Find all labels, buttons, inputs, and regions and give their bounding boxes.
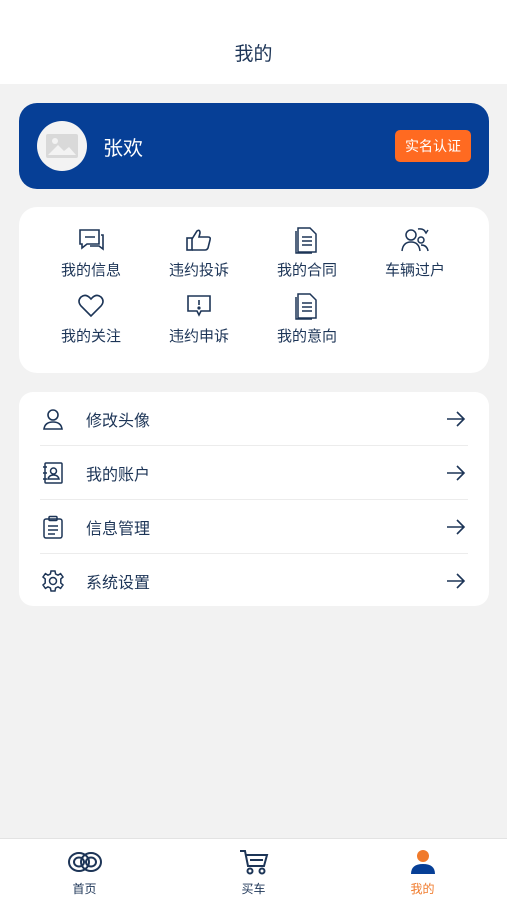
menu-item-label: 系统设置 bbox=[86, 573, 151, 592]
clipboard-icon bbox=[40, 514, 66, 540]
tab-buy-car[interactable]: 买车 bbox=[169, 839, 338, 900]
arrow-right-icon bbox=[444, 569, 468, 593]
tab-mine[interactable]: 我的 bbox=[338, 839, 507, 900]
menu-item-system-settings[interactable]: 系统设置 bbox=[40, 554, 468, 608]
grid-item-my-follows[interactable]: 我的关注 bbox=[37, 291, 145, 349]
avatar[interactable] bbox=[37, 121, 87, 171]
document-icon bbox=[292, 291, 322, 321]
tab-home[interactable]: 首页 bbox=[0, 839, 169, 900]
grid-item-my-contract[interactable]: 我的合同 bbox=[253, 225, 361, 283]
verify-identity-button[interactable]: 实名认证 bbox=[395, 130, 471, 162]
tab-label: 我的 bbox=[410, 882, 435, 896]
arrow-right-icon bbox=[444, 461, 468, 485]
cart-icon bbox=[236, 847, 272, 877]
bottom-tab-bar: 首页 买车 我的 bbox=[0, 838, 507, 900]
grid-item-label: 我的合同 bbox=[276, 261, 337, 279]
home-rings-icon bbox=[67, 847, 103, 877]
grid-item-my-intention[interactable]: 我的意向 bbox=[253, 291, 361, 349]
menu-item-label: 修改头像 bbox=[86, 410, 151, 430]
grid-item-label: 违约投诉 bbox=[168, 261, 229, 279]
tab-label: 买车 bbox=[241, 882, 266, 896]
grid-item-label: 我的信息 bbox=[60, 261, 121, 279]
grid-item-label: 违约申诉 bbox=[168, 327, 229, 345]
tab-label: 首页 bbox=[72, 882, 97, 896]
menu-item-label: 我的账户 bbox=[86, 464, 151, 484]
grid-item-label: 我的关注 bbox=[60, 327, 121, 345]
message-icon bbox=[76, 225, 106, 255]
arrow-right-icon bbox=[444, 515, 468, 539]
menu-item-my-account[interactable]: 我的账户 bbox=[40, 446, 468, 500]
profile-card: 张欢 实名认证 bbox=[19, 103, 489, 189]
page-title: 我的 bbox=[234, 43, 273, 65]
gear-icon bbox=[40, 568, 66, 594]
menu-item-label: 信息管理 bbox=[86, 518, 151, 538]
grid-item-label: 我的意向 bbox=[276, 327, 337, 345]
user-icon bbox=[40, 406, 66, 432]
grid-item-breach-appeal[interactable]: 违约申诉 bbox=[145, 291, 253, 349]
function-grid: 我的信息 违约投诉 我的合同 车辆过户 我的关注 违约申诉 我的意向 bbox=[19, 207, 489, 373]
menu-item-change-avatar[interactable]: 修改头像 bbox=[40, 392, 468, 446]
top-bar: 我的 bbox=[0, 0, 507, 84]
alert-message-icon bbox=[184, 291, 214, 321]
image-placeholder-icon bbox=[46, 134, 78, 158]
users-transfer-icon bbox=[400, 225, 430, 255]
arrow-right-icon bbox=[444, 407, 468, 431]
grid-item-vehicle-transfer[interactable]: 车辆过户 bbox=[361, 225, 469, 283]
menu-item-info-management[interactable]: 信息管理 bbox=[40, 500, 468, 554]
settings-menu: 修改头像 我的账户 信息管理 系统设置 bbox=[19, 392, 489, 606]
grid-item-my-info[interactable]: 我的信息 bbox=[37, 225, 145, 283]
grid-item-label: 车辆过户 bbox=[384, 261, 445, 279]
heart-icon bbox=[76, 291, 106, 321]
thumbs-up-icon bbox=[184, 225, 214, 255]
grid-item-breach-complaint[interactable]: 违约投诉 bbox=[145, 225, 253, 283]
contact-book-icon bbox=[40, 460, 66, 486]
username: 张欢 bbox=[103, 135, 143, 160]
person-icon bbox=[405, 847, 441, 877]
document-icon bbox=[292, 225, 322, 255]
